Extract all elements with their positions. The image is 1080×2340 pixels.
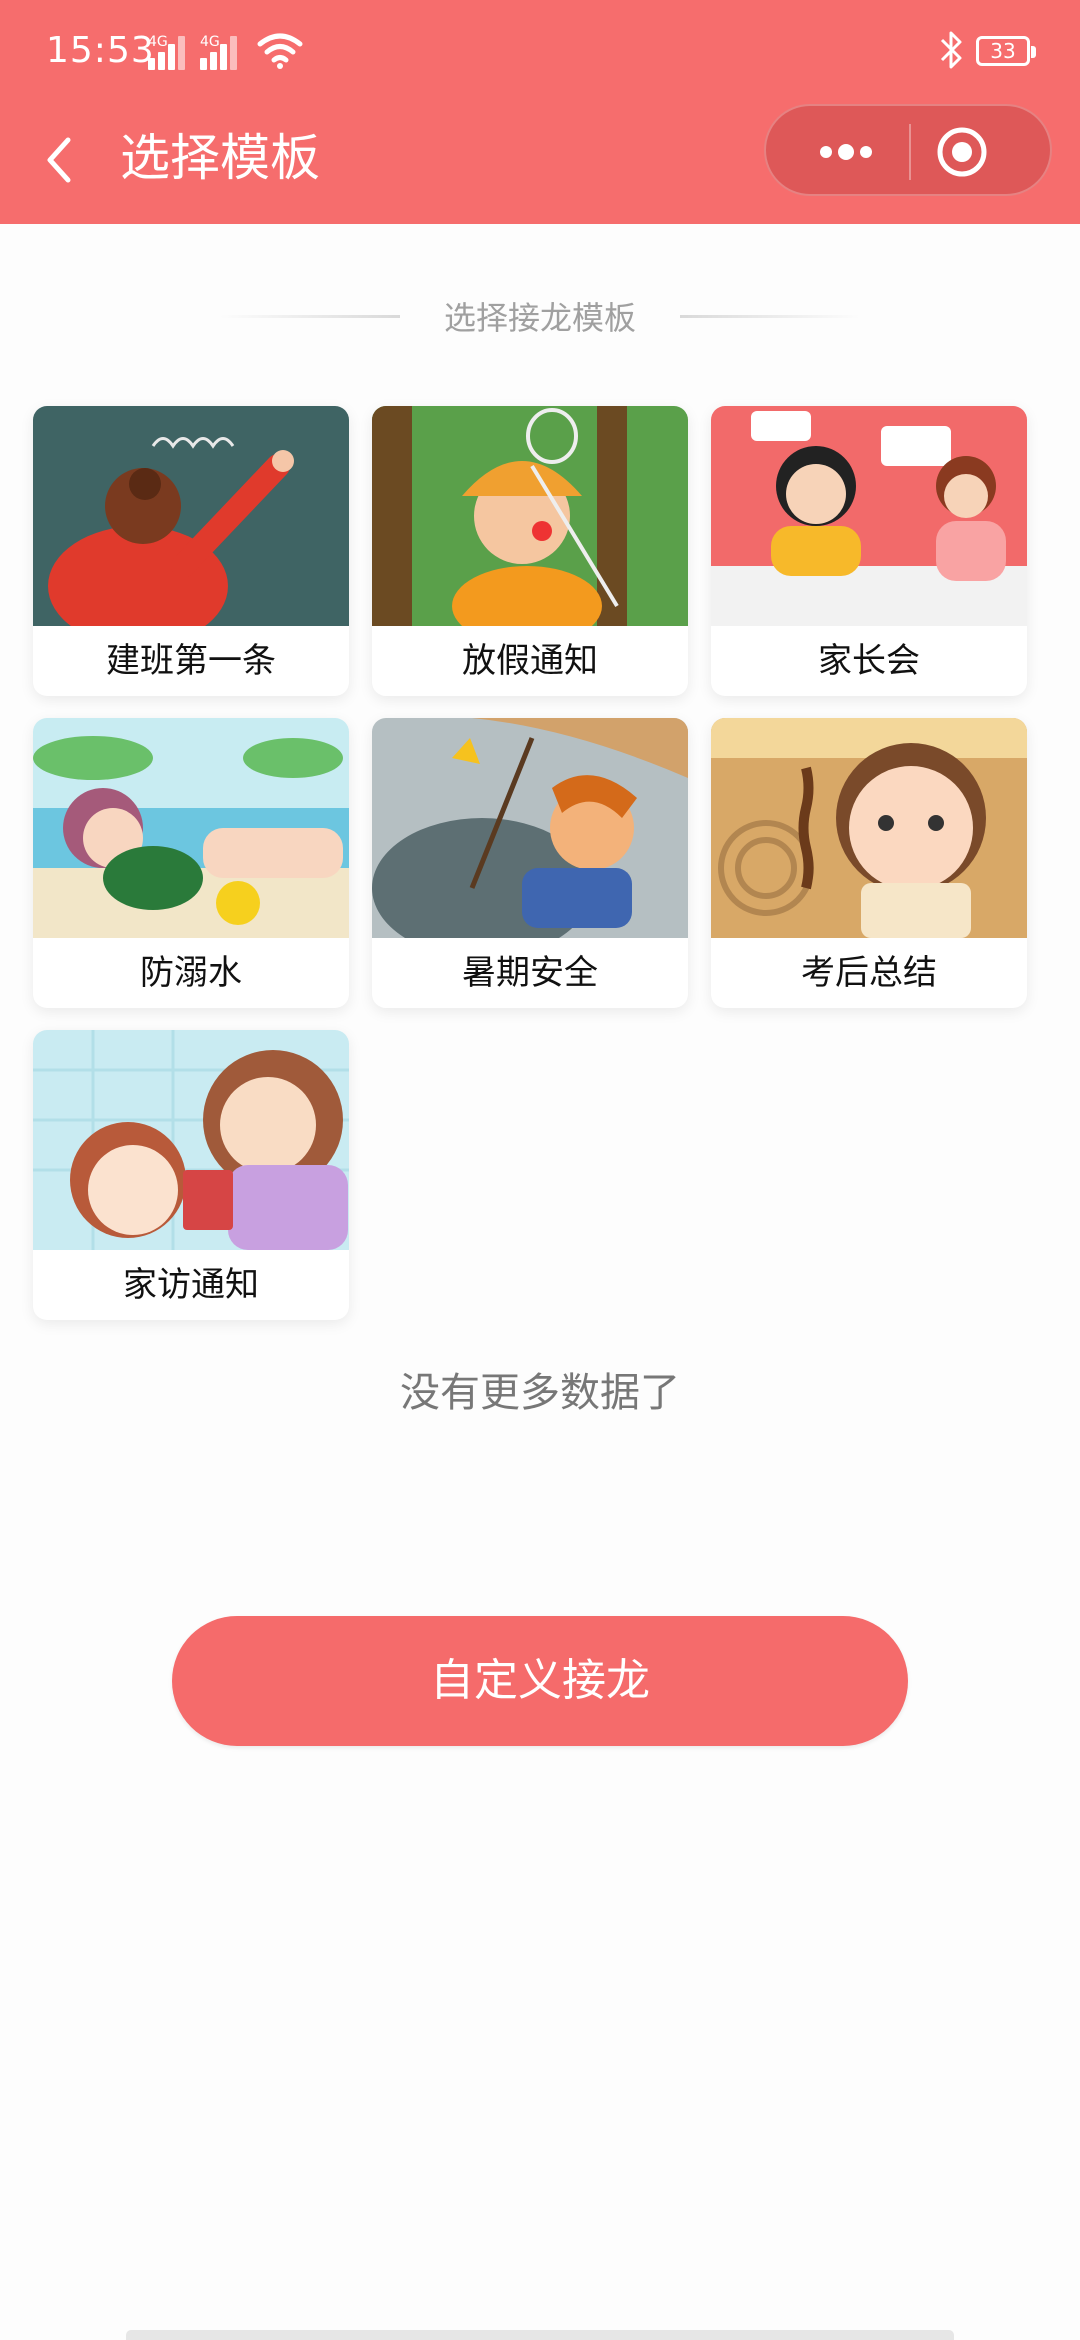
status-bar: 15:53 4G 4G 33 <box>0 0 1080 104</box>
section-title: 选择接龙模板 <box>443 299 636 337</box>
template-card-drowning-prevention[interactable]: 防溺水 <box>33 718 349 1008</box>
template-card-home-visit-notice[interactable]: 家访通知 <box>33 1030 349 1320</box>
template-thumbnail <box>711 718 1027 938</box>
template-thumbnail <box>372 718 688 938</box>
template-card-parent-meeting[interactable]: 家长会 <box>711 406 1027 696</box>
template-card-summer-safety[interactable]: 暑期安全 <box>372 718 688 1008</box>
nav-bar: 选择模板 <box>0 104 1080 224</box>
divider-right <box>680 315 860 318</box>
template-thumbnail <box>33 1030 349 1250</box>
no-more-data-text: 没有更多数据了 <box>400 1370 680 1416</box>
more-dots-icon[interactable] <box>786 106 906 194</box>
cell-signal-icon-2: 4G <box>200 34 244 70</box>
section-heading: 选择接龙模板 <box>0 285 1080 345</box>
template-label: 建班第一条 <box>106 641 276 681</box>
status-time: 15:53 <box>46 30 155 71</box>
custom-chain-button[interactable]: 自定义接龙 <box>172 1616 908 1746</box>
template-thumbnail <box>372 406 688 626</box>
template-label: 防溺水 <box>140 953 242 993</box>
template-thumbnail <box>33 406 349 626</box>
signal-label-2: 4G <box>200 34 220 50</box>
template-label: 家访通知 <box>123 1265 259 1305</box>
template-label: 放假通知 <box>462 641 598 681</box>
template-label: 考后总结 <box>801 953 937 993</box>
home-indicator <box>126 2330 954 2340</box>
battery-icon: 33 <box>976 36 1036 66</box>
close-target-icon[interactable] <box>914 106 1034 194</box>
cell-signal-icon: 4G <box>148 34 192 70</box>
mini-program-capsule <box>764 104 1052 196</box>
bluetooth-icon <box>940 31 962 69</box>
back-arrow-icon[interactable] <box>36 124 84 196</box>
template-card-class-first[interactable]: 建班第一条 <box>33 406 349 696</box>
template-card-post-exam-summary[interactable]: 考后总结 <box>711 718 1027 1008</box>
app-header: 15:53 4G 4G 33 选择模板 <box>0 0 1080 224</box>
template-card-holiday-notice[interactable]: 放假通知 <box>372 406 688 696</box>
wifi-icon <box>257 33 303 69</box>
signal-label: 4G <box>148 34 168 50</box>
template-thumbnail <box>33 718 349 938</box>
template-label: 家长会 <box>818 641 920 681</box>
capsule-divider <box>909 124 911 180</box>
template-label: 暑期安全 <box>462 953 598 993</box>
template-thumbnail <box>711 406 1027 626</box>
page-title: 选择模板 <box>120 129 320 187</box>
